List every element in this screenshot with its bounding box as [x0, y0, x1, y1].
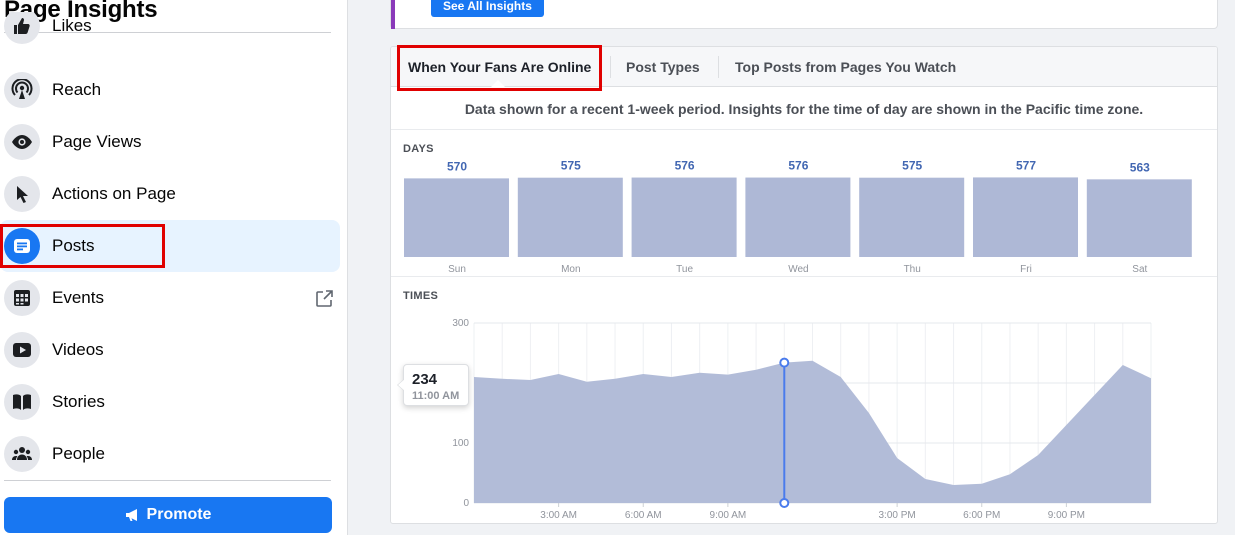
- people-icon: [4, 436, 40, 472]
- eye-icon: [4, 124, 40, 160]
- day-bar: [745, 177, 851, 257]
- see-all-insights-button[interactable]: See All Insights: [431, 0, 544, 17]
- day-bar: [973, 177, 1078, 257]
- sidebar-item-label: Videos: [52, 340, 104, 359]
- play-icon: [4, 332, 40, 368]
- tab-when-fans-online[interactable]: When Your Fans Are Online: [408, 59, 591, 75]
- day-label: Thu: [904, 264, 921, 275]
- book-icon: [4, 384, 40, 420]
- day-bar-value: 575: [561, 159, 581, 173]
- tab-separator: [610, 56, 611, 78]
- x-tick-label: 3:00 AM: [540, 510, 577, 521]
- broadcast-icon: [4, 72, 40, 108]
- y-tick-label: 0: [463, 498, 469, 509]
- insights-summary-card: See All Insights: [390, 0, 1218, 29]
- sidebar-item-label: Page Views: [52, 132, 142, 151]
- days-bar-chart: 570 Sun 575 Mon 576 Tue 576 Wed 575 Thu 577 Fri 563 S…: [404, 158, 1192, 275]
- posts-icon: [4, 228, 40, 264]
- times-area: [474, 360, 1151, 503]
- promote-button[interactable]: Promote: [4, 497, 332, 533]
- day-bar: [404, 178, 509, 257]
- divider: [391, 129, 1217, 130]
- sidebar-item-label: Actions on Page: [52, 184, 176, 203]
- day-label: Fri: [1020, 264, 1032, 275]
- day-label: Wed: [788, 264, 808, 275]
- tab-separator: [718, 56, 719, 78]
- time-zone-note: Data shown for a recent 1-week period. I…: [464, 101, 1144, 117]
- sidebar-item-stories[interactable]: Stories: [0, 376, 340, 428]
- sidebar-item-label: Reach: [52, 80, 102, 99]
- tooltip-value: 234: [412, 371, 438, 388]
- card-accent-bar: [391, 0, 395, 29]
- sidebar-item-label: Likes: [52, 16, 92, 35]
- fans-online-panel: When Your Fans Are Online Post Types Top…: [390, 46, 1218, 524]
- times-area-chart: 01002003003:00 AM6:00 AM9:00 AM3:00 PM6:…: [452, 318, 1152, 521]
- sidebar-item-likes[interactable]: Likes: [0, 12, 340, 52]
- x-tick-label: 6:00 AM: [625, 510, 662, 521]
- megaphone-icon: [125, 509, 137, 521]
- day-label: Mon: [561, 264, 580, 275]
- sidebar-item-label: People: [52, 444, 105, 463]
- x-tick-label: 6:00 PM: [963, 510, 1000, 521]
- thumbs-up-icon: [4, 12, 40, 44]
- day-bar-value: 563: [1130, 160, 1150, 174]
- tab-top-posts-pages-you-watch[interactable]: Top Posts from Pages You Watch: [735, 59, 956, 75]
- x-tick-label: 9:00 PM: [1048, 510, 1085, 521]
- divider: [391, 276, 1217, 277]
- divider: [4, 480, 331, 481]
- hover-point: [779, 357, 790, 368]
- y-tick-label: 100: [452, 438, 469, 449]
- day-label: Tue: [676, 264, 693, 275]
- day-bar-value: 577: [1016, 158, 1036, 172]
- day-bar: [517, 177, 623, 257]
- sidebar-item-label: Events: [52, 288, 104, 307]
- sidebar-item-label: Stories: [52, 392, 105, 411]
- sidebar-item-page-views[interactable]: Page Views: [0, 116, 340, 168]
- promote-label: Promote: [146, 506, 212, 523]
- day-bar-value: 570: [447, 159, 467, 173]
- x-tick-label: 9:00 AM: [710, 510, 747, 521]
- external-link-icon[interactable]: [314, 289, 334, 309]
- tooltip-time: 11:00 AM: [412, 390, 460, 402]
- day-label: Sat: [1132, 264, 1147, 275]
- x-tick-label: 3:00 PM: [879, 510, 916, 521]
- sidebar-nav: Likes Reach Page Views Actions on Page P…: [0, 12, 348, 482]
- tab-bar: When Your Fans Are Online Post Types Top…: [391, 47, 1217, 87]
- chart-tooltip: 234 11:00 AM: [397, 364, 469, 406]
- day-label: Sun: [448, 264, 466, 275]
- hover-point-base: [779, 498, 790, 508]
- cursor-icon: [4, 176, 40, 212]
- sidebar-item-posts[interactable]: Posts: [0, 220, 340, 272]
- day-bar-value: 576: [675, 159, 695, 173]
- times-label: TIMES: [403, 290, 439, 302]
- sidebar-item-actions-on-page[interactable]: Actions on Page: [0, 168, 340, 220]
- sidebar-item-videos[interactable]: Videos: [0, 324, 340, 376]
- day-bar-value: 575: [902, 159, 922, 173]
- sidebar: Page Insights Likes Reach Page Views Act…: [0, 0, 348, 535]
- sidebar-item-reach[interactable]: Reach: [0, 64, 340, 116]
- day-bar-value: 576: [788, 159, 808, 173]
- sidebar-item-events[interactable]: Events: [0, 272, 340, 324]
- day-bar: [859, 177, 965, 257]
- sidebar-item-label: Posts: [52, 236, 95, 255]
- day-bar: [1086, 179, 1192, 257]
- sidebar-item-people[interactable]: People: [0, 428, 340, 480]
- y-tick-label: 300: [452, 318, 469, 329]
- tab-post-types[interactable]: Post Types: [626, 59, 700, 75]
- calendar-icon: [4, 280, 40, 316]
- active-tab-pointer: [491, 80, 505, 87]
- day-bar: [631, 177, 737, 257]
